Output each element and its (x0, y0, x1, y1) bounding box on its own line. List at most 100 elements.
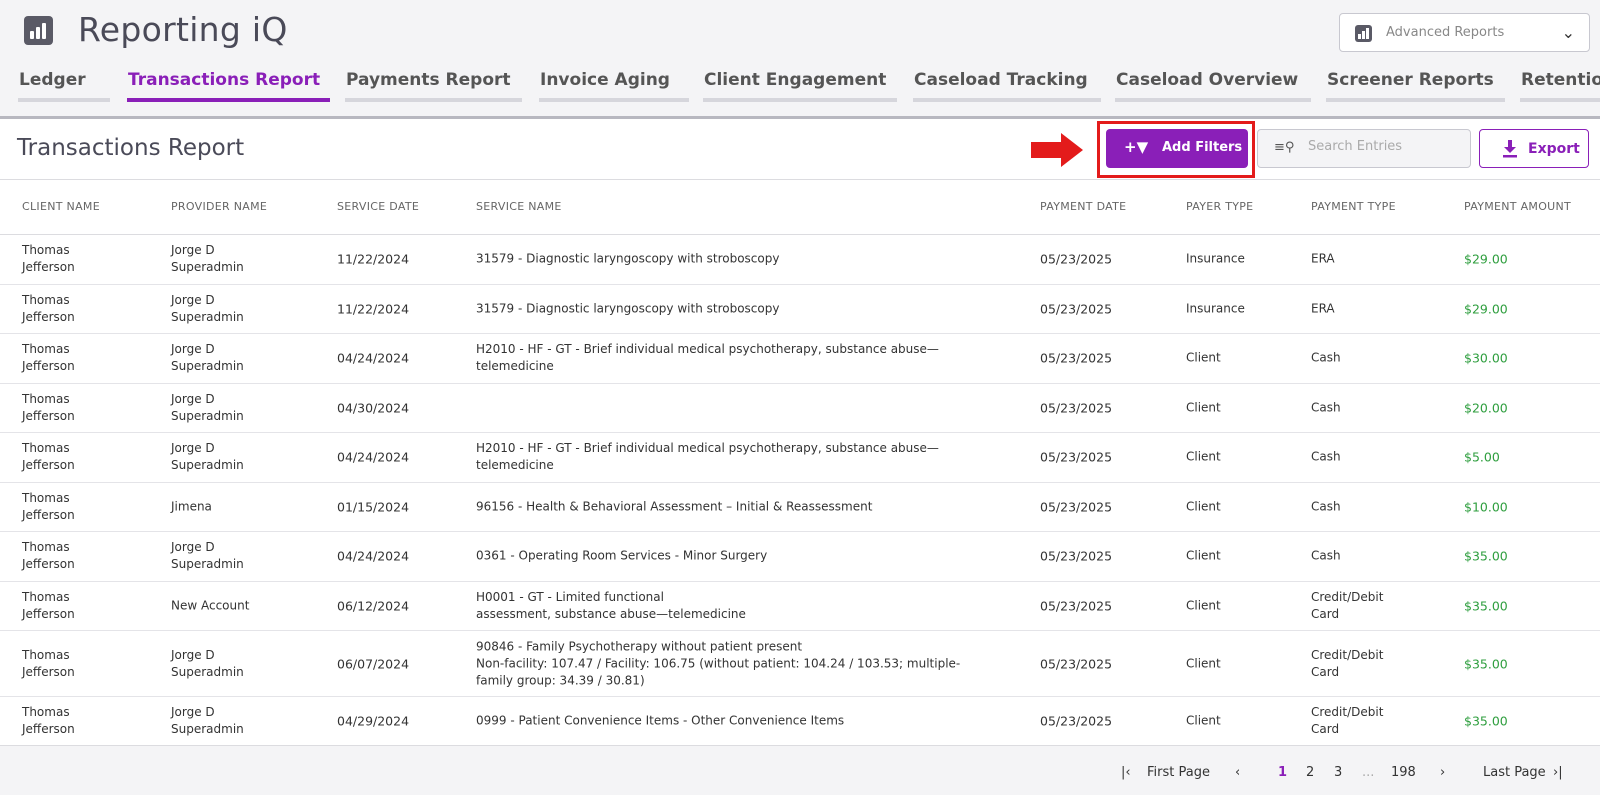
tab-ledger[interactable]: Ledger (18, 70, 110, 104)
last-page-icon[interactable]: ›| (1553, 765, 1563, 780)
payment-date-cell: 05/23/2025 (1040, 499, 1113, 515)
report-type-value: Advanced Reports (1386, 25, 1505, 40)
service-name-cell: 90846 - Family Psychotherapy without pat… (476, 639, 961, 687)
table-row[interactable]: Thomas Jefferson Jorge D Superadmin 11/22/20… (0, 285, 1600, 334)
tab-caseload-overview[interactable]: Caseload Overview (1115, 70, 1311, 104)
service-name-cell: H2010 - HF - GT - Brief individual medic… (476, 342, 939, 374)
payment-amount-cell: $30.00 (1464, 350, 1508, 366)
column-header-payment-amount[interactable]: PAYMENT AMOUNT (1464, 200, 1571, 213)
page-2-button[interactable]: 2 (1306, 765, 1314, 780)
client-name-cell: Thomas Jefferson (22, 589, 75, 621)
table-row[interactable]: Thomas Jefferson Jorge D Superadmin 04/24/20… (0, 433, 1600, 483)
download-icon (1503, 140, 1517, 158)
tab-transactions-report[interactable]: Transactions Report (127, 70, 330, 104)
column-header-service-name[interactable]: SERVICE NAME (476, 200, 562, 213)
transactions-panel: Transactions Report +▼ Add Filters ≡⚲ Ex… (0, 119, 1600, 747)
payment-type-cell: Cash (1311, 350, 1341, 365)
service-name-cell: H0001 - GT - Limited functional assessmen… (476, 589, 746, 621)
app-header: Reporting iQ Advanced Reports ⌄ Ledger T… (0, 0, 1600, 119)
column-header-service-date[interactable]: SERVICE DATE (337, 200, 419, 213)
tab-indicator (18, 98, 110, 102)
page-3-button[interactable]: 3 (1334, 765, 1342, 780)
payment-amount-cell: $29.00 (1464, 301, 1508, 317)
client-name-cell: Thomas Jefferson (22, 540, 75, 572)
column-header-payer-type[interactable]: PAYER TYPE (1186, 200, 1253, 213)
payment-date-cell: 05/23/2025 (1040, 449, 1113, 465)
provider-name-cell: Jorge D Superadmin (171, 292, 244, 324)
last-page-button[interactable]: Last Page (1483, 765, 1546, 780)
column-header-payment-date[interactable]: PAYMENT DATE (1040, 200, 1126, 213)
service-date-cell: 04/24/2024 (337, 449, 410, 465)
search-box[interactable]: ≡⚲ (1257, 129, 1471, 168)
payer-type-cell: Client (1186, 499, 1221, 514)
tab-indicator (1326, 98, 1505, 102)
client-name-cell: Thomas Jefferson (22, 391, 75, 423)
column-header-payment-type[interactable]: PAYMENT TYPE (1311, 200, 1396, 213)
add-filter-icon: +▼ (1124, 138, 1149, 156)
payer-type-cell: Client (1186, 598, 1221, 613)
service-date-cell: 04/24/2024 (337, 548, 410, 564)
table-row[interactable]: Thomas Jefferson New Account 06/12/2024 H000… (0, 582, 1600, 631)
provider-name-cell: Jimena (171, 499, 212, 514)
tab-indicator (913, 98, 1101, 102)
client-name-cell: Thomas Jefferson (22, 243, 75, 275)
column-header-provider[interactable]: PROVIDER NAME (171, 200, 267, 213)
service-name-cell: 0361 - Operating Room Services - Minor S… (476, 548, 768, 563)
chevron-right-icon[interactable]: › (1440, 765, 1445, 780)
add-filters-button[interactable]: +▼ Add Filters (1106, 129, 1248, 168)
tab-retention[interactable]: Retention (1520, 70, 1600, 104)
table-row[interactable]: Thomas Jefferson Jorge D Superadmin 06/07/20… (0, 631, 1600, 697)
table-row[interactable]: Thomas Jefferson Jimena 01/15/2024 96156 - H… (0, 483, 1600, 532)
payment-type-cell: Cash (1311, 400, 1341, 415)
service-date-cell: 04/24/2024 (337, 350, 410, 366)
tab-caseload-tracking[interactable]: Caseload Tracking (913, 70, 1101, 104)
client-name-cell: Thomas Jefferson (22, 342, 75, 374)
first-page-button[interactable]: First Page (1147, 765, 1210, 780)
service-name-cell: 0999 - Patient Convenience Items - Other… (476, 713, 845, 728)
tab-label: Payments Report (346, 70, 511, 90)
service-date-cell: 11/22/2024 (337, 251, 410, 267)
export-button[interactable]: Export (1479, 129, 1589, 168)
client-name-cell: Thomas Jefferson (22, 705, 75, 737)
tab-payments-report[interactable]: Payments Report (345, 70, 522, 104)
payer-type-cell: Insurance (1186, 251, 1245, 266)
tab-label: Caseload Tracking (914, 70, 1088, 90)
search-input[interactable] (1308, 139, 1458, 154)
report-tabs: Ledger Transactions Report Payments Repo… (0, 70, 1600, 116)
payment-amount-cell: $35.00 (1464, 548, 1508, 564)
provider-name-cell: Jorge D Superadmin (171, 342, 244, 374)
table-row[interactable]: Thomas Jefferson Jorge D Superadmin 04/24/20… (0, 334, 1600, 384)
provider-name-cell: Jorge D Superadmin (171, 391, 244, 423)
chevron-left-icon[interactable]: ‹ (1235, 765, 1240, 780)
payer-type-cell: Client (1186, 400, 1221, 415)
tab-client-engagement[interactable]: Client Engagement (703, 70, 897, 104)
payment-date-cell: 05/23/2025 (1040, 598, 1113, 614)
tab-screener-reports[interactable]: Screener Reports (1326, 70, 1505, 104)
tab-indicator (345, 98, 522, 102)
payment-amount-cell: $10.00 (1464, 499, 1508, 515)
table-row[interactable]: Thomas Jefferson Jorge D Superadmin 04/29/20… (0, 697, 1600, 747)
provider-name-cell: Jorge D Superadmin (171, 540, 244, 572)
provider-name-cell: Jorge D Superadmin (171, 647, 244, 679)
column-header-client[interactable]: CLIENT NAME (22, 200, 100, 213)
table-header: CLIENT NAME PROVIDER NAME SERVICE DATE S… (0, 180, 1600, 235)
table-row[interactable]: Thomas Jefferson Jorge D Superadmin 11/22/20… (0, 235, 1600, 285)
payment-amount-cell: $20.00 (1464, 400, 1508, 416)
tab-invoice-aging[interactable]: Invoice Aging (539, 70, 689, 104)
first-page-icon[interactable]: |‹ (1121, 765, 1131, 780)
client-name-cell: Thomas Jefferson (22, 490, 75, 522)
service-name-cell: 31579 - Diagnostic laryngoscopy with str… (476, 301, 780, 316)
tab-indicator (1520, 98, 1600, 102)
report-type-select[interactable]: Advanced Reports ⌄ (1339, 13, 1590, 52)
service-date-cell: 06/12/2024 (337, 598, 410, 614)
page-1-button[interactable]: 1 (1278, 765, 1287, 780)
table-row[interactable]: Thomas Jefferson Jorge D Superadmin 04/30/20… (0, 384, 1600, 433)
chevron-down-icon: ⌄ (1561, 23, 1575, 42)
payment-type-cell: Cash (1311, 499, 1341, 514)
table-row[interactable]: Thomas Jefferson Jorge D Superadmin 04/24/20… (0, 532, 1600, 582)
provider-name-cell: New Account (171, 598, 250, 613)
tab-indicator (127, 98, 330, 102)
payment-amount-cell: $29.00 (1464, 251, 1508, 267)
page-198-button[interactable]: 198 (1391, 765, 1416, 780)
payment-type-cell: Credit/Debit Card (1311, 589, 1384, 621)
